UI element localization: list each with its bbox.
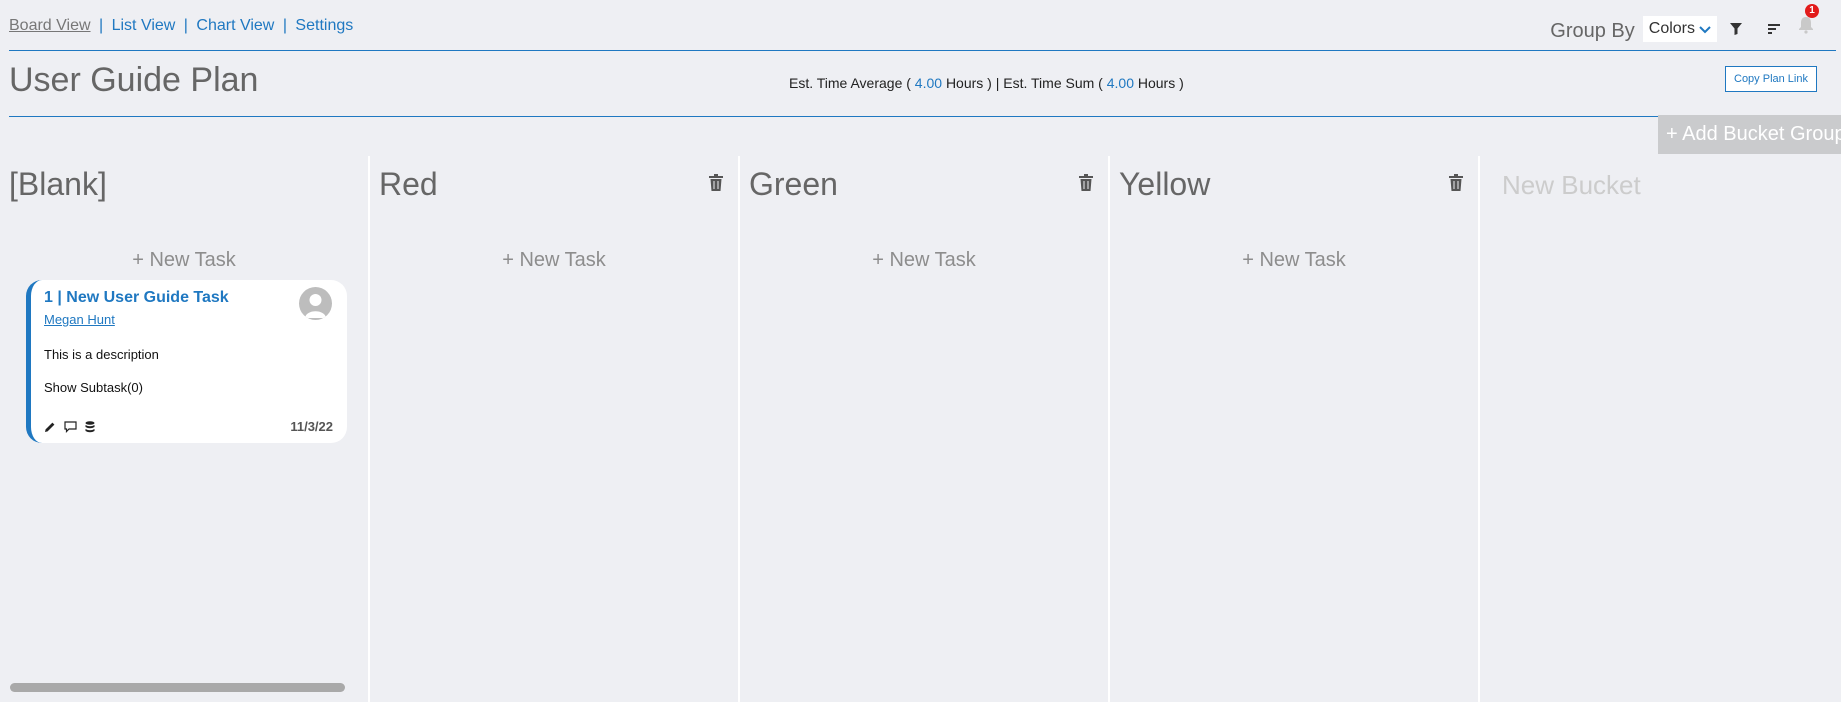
- estimate-summary: Est. Time Average ( 4.00 Hours ) | Est. …: [789, 75, 1184, 91]
- nav-separator: |: [183, 17, 188, 34]
- chevron-down-icon: [1699, 21, 1711, 37]
- page-title: User Guide Plan: [9, 61, 259, 99]
- task-card-footer: 11/3/22: [44, 419, 333, 434]
- task-card[interactable]: 1 | New User Guide Task Megan Hunt This …: [26, 280, 347, 443]
- pencil-icon[interactable]: [44, 421, 56, 433]
- sort-icon[interactable]: [1755, 16, 1793, 42]
- settings-link[interactable]: Settings: [295, 17, 353, 34]
- copy-plan-link-button[interactable]: Copy Plan Link: [1725, 66, 1817, 92]
- comment-icon[interactable]: [64, 420, 77, 433]
- new-bucket-column: New Bucket: [1480, 156, 1840, 702]
- header-divider: [9, 50, 1836, 51]
- task-description: This is a description: [44, 347, 159, 362]
- new-task-button[interactable]: + New Task: [1110, 249, 1478, 272]
- toolbar: Group By Colors 1: [1550, 3, 1819, 43]
- notification-badge: 1: [1805, 3, 1819, 18]
- bucket-title: Green: [749, 166, 838, 202]
- title-divider: [9, 116, 1658, 117]
- bell-icon: [1799, 16, 1813, 34]
- notifications-button[interactable]: 1: [1793, 3, 1819, 42]
- avatar-icon: [299, 287, 332, 320]
- task-title[interactable]: 1 | New User Guide Task: [44, 289, 334, 307]
- nav-separator: |: [98, 17, 104, 34]
- list-view-link[interactable]: List View: [112, 17, 176, 34]
- bucket-red: Red + New Task: [370, 156, 740, 702]
- bucket-title: Yellow: [1119, 166, 1211, 202]
- chart-view-link[interactable]: Chart View: [196, 17, 274, 34]
- est-avg-value: 4.00: [914, 75, 943, 91]
- est-avg-label: Est. Time Average (: [789, 75, 911, 91]
- group-by-label: Group By: [1550, 20, 1635, 42]
- board: [Blank] + New Task 1 | New User Guide Ta…: [0, 156, 1841, 702]
- bucket-title: [Blank]: [9, 166, 107, 202]
- horizontal-scrollbar[interactable]: [10, 683, 345, 692]
- show-subtask-toggle[interactable]: Show Subtask(0): [44, 380, 334, 395]
- view-nav: Board View | List View | Chart View | Se…: [9, 17, 353, 35]
- est-sum-value: 4.00: [1106, 75, 1134, 91]
- new-task-button[interactable]: + New Task: [740, 249, 1108, 272]
- est-separator: |: [995, 75, 1000, 91]
- assignee-link[interactable]: Megan Hunt: [44, 312, 115, 327]
- nav-separator: |: [282, 17, 287, 34]
- filter-icon[interactable]: [1717, 16, 1755, 42]
- bucket-green: Green + New Task: [740, 156, 1110, 702]
- new-task-button[interactable]: + New Task: [370, 249, 738, 272]
- new-bucket-input[interactable]: New Bucket: [1502, 170, 1641, 201]
- database-icon[interactable]: [85, 420, 95, 433]
- bucket-blank: [Blank] + New Task 1 | New User Guide Ta…: [0, 156, 370, 702]
- add-bucket-group-button[interactable]: + Add Bucket Group: [1658, 115, 1841, 154]
- est-sum-unit: Hours ): [1137, 75, 1184, 91]
- trash-icon[interactable]: [1079, 174, 1093, 196]
- group-by-value: Colors: [1648, 19, 1695, 37]
- new-task-button[interactable]: + New Task: [0, 249, 368, 272]
- bucket-title: Red: [379, 166, 438, 202]
- task-due-date: 11/3/22: [290, 419, 333, 434]
- est-sum-label: Est. Time Sum (: [1003, 75, 1103, 91]
- board-view-link[interactable]: Board View: [9, 17, 91, 34]
- bucket-yellow: Yellow + New Task: [1110, 156, 1480, 702]
- group-by-select[interactable]: Colors: [1642, 15, 1717, 42]
- trash-icon[interactable]: [709, 174, 723, 196]
- trash-icon[interactable]: [1449, 174, 1463, 196]
- est-avg-unit: Hours ): [945, 75, 992, 91]
